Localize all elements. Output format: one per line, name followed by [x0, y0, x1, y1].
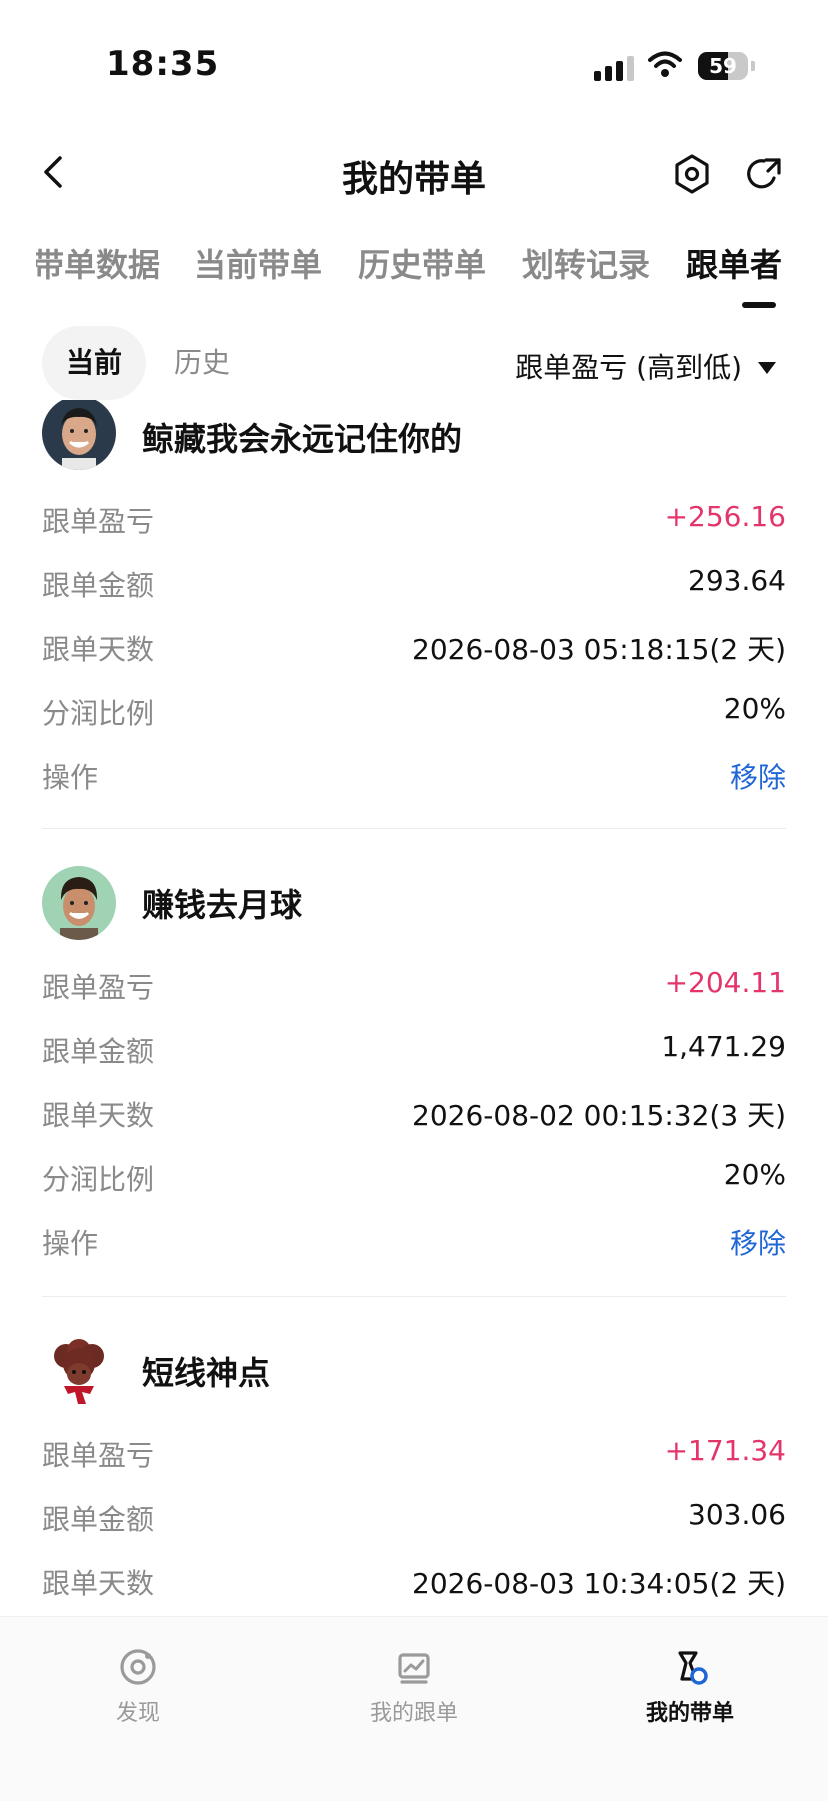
- pnl-value: +171.34: [664, 1434, 786, 1467]
- bottom-nav-label: 发现: [115, 1701, 160, 1726]
- card-divider: [42, 1296, 786, 1297]
- sort-label: 跟单盈亏 (高到低): [515, 351, 742, 384]
- share-row: 分润比例 20%: [42, 1142, 786, 1206]
- action-row: 操作 移除: [42, 740, 786, 804]
- avatar: [42, 866, 116, 940]
- settings-hex-icon[interactable]: [672, 152, 712, 196]
- tab-lead-data[interactable]: 带单数据: [36, 240, 160, 286]
- amount-label: 跟单金额: [42, 1503, 155, 1536]
- days-label: 跟单天数: [42, 1099, 155, 1132]
- bottom-nav-discover[interactable]: 发现: [58, 1647, 218, 1727]
- chart-icon: [398, 1653, 430, 1684]
- amount-row: 跟单金额 1,471.29: [42, 1014, 786, 1078]
- follower-header: 短线神点: [42, 1334, 786, 1410]
- status-bar: 18:35 59: [0, 0, 828, 120]
- active-tab-indicator: [742, 302, 776, 308]
- days-value: 2026-08-03 10:34:05(2 天): [412, 1567, 786, 1600]
- follower-card: 赚钱去月球 跟单盈亏 +204.11 跟单金额 1,471.29 跟单天数 20…: [42, 866, 786, 1270]
- filter-row: 当前 历史 跟单盈亏 (高到低): [0, 326, 828, 400]
- battery-icon: 59: [698, 52, 748, 80]
- follower-name: 短线神点: [142, 1354, 271, 1392]
- action-label: 操作: [42, 761, 99, 794]
- followers-list: 鲸藏我会永远记住你的 跟单盈亏 +256.16 跟单金额 293.64 跟单天数…: [0, 400, 828, 1610]
- tab-current-lead[interactable]: 当前带单: [194, 240, 322, 286]
- filter-current-chip[interactable]: 当前: [42, 326, 147, 400]
- lead-trade-icon: [678, 1651, 708, 1685]
- wifi-icon: [648, 51, 682, 77]
- pnl-value: +256.16: [664, 500, 786, 533]
- cellular-signal-icon: [594, 56, 634, 81]
- pnl-row: 跟单盈亏 +256.16: [42, 484, 786, 548]
- share-label: 分润比例: [42, 1163, 155, 1196]
- amount-value: 1,471.29: [661, 1030, 786, 1063]
- amount-row: 跟单金额 293.64: [42, 548, 786, 612]
- screen: 18:35 59 我的带单 带单数据 当前带单 历史带单 划转记录 跟单者 当前…: [0, 0, 828, 1801]
- follower-card: 鲸藏我会永远记住你的 跟单盈亏 +256.16 跟单金额 293.64 跟单天数…: [42, 400, 786, 804]
- share-value: 20%: [723, 1158, 786, 1191]
- bottom-nav-label: 我的跟单: [369, 1701, 458, 1726]
- follower-header: 鲸藏我会永远记住你的: [42, 400, 786, 476]
- tab-transfer-records[interactable]: 划转记录: [522, 240, 650, 286]
- action-label: 操作: [42, 1227, 99, 1260]
- days-row: 跟单天数 2026-08-03 10:34:05(2 天): [42, 1546, 786, 1610]
- battery-level: 59: [709, 54, 737, 78]
- follower-name: 鲸藏我会永远记住你的: [142, 420, 463, 458]
- bottom-nav-my-follow[interactable]: 我的跟单: [334, 1647, 494, 1727]
- amount-value: 303.06: [688, 1498, 786, 1531]
- status-time: 18:35: [106, 44, 220, 84]
- bottom-nav-label: 我的带单: [645, 1701, 734, 1726]
- share-label: 分润比例: [42, 697, 155, 730]
- bottom-nav-my-lead[interactable]: 我的带单: [610, 1647, 770, 1727]
- share-value: 20%: [723, 692, 786, 725]
- pnl-row: 跟单盈亏 +171.34: [42, 1418, 786, 1482]
- pnl-row: 跟单盈亏 +204.11: [42, 950, 786, 1014]
- avatar: [42, 400, 116, 470]
- bottom-nav: 发现 我的跟单 我的带单: [0, 1616, 828, 1801]
- follower-name: 赚钱去月球: [142, 886, 303, 924]
- follower-card: 短线神点 跟单盈亏 +171.34 跟单金额 303.06 跟单天数 2026-…: [42, 1334, 786, 1610]
- days-row: 跟单天数 2026-08-02 00:15:32(3 天): [42, 1078, 786, 1142]
- filter-history-chip[interactable]: 历史: [150, 326, 254, 400]
- days-label: 跟单天数: [42, 1567, 155, 1600]
- tab-history-lead[interactable]: 历史带单: [358, 240, 486, 286]
- amount-label: 跟单金额: [42, 1035, 155, 1068]
- caret-down-icon: [758, 362, 776, 374]
- remove-follower-button[interactable]: 移除: [730, 756, 786, 796]
- follower-header: 赚钱去月球: [42, 866, 786, 942]
- pnl-label: 跟单盈亏: [42, 505, 155, 538]
- pnl-value: +204.11: [664, 966, 786, 999]
- days-value: 2026-08-03 05:18:15(2 天): [412, 633, 786, 666]
- avatar: [42, 1334, 116, 1408]
- amount-label: 跟单金额: [42, 569, 155, 602]
- amount-value: 293.64: [688, 564, 786, 597]
- sort-dropdown[interactable]: 跟单盈亏 (高到低): [515, 346, 776, 386]
- card-divider: [42, 828, 786, 829]
- nav-bar: 我的带单: [0, 130, 828, 220]
- discover-icon: [120, 1649, 156, 1685]
- days-value: 2026-08-02 00:15:32(3 天): [412, 1099, 786, 1132]
- remove-follower-button[interactable]: 移除: [730, 1222, 786, 1262]
- battery-tip: [751, 61, 755, 71]
- amount-row: 跟单金额 303.06: [42, 1482, 786, 1546]
- pnl-label: 跟单盈亏: [42, 1439, 155, 1472]
- top-tabs: 带单数据 当前带单 历史带单 划转记录 跟单者: [0, 236, 828, 316]
- share-icon[interactable]: [744, 152, 784, 196]
- pnl-label: 跟单盈亏: [42, 971, 155, 1004]
- share-row: 分润比例 20%: [42, 676, 786, 740]
- action-row: 操作 移除: [42, 1206, 786, 1270]
- days-label: 跟单天数: [42, 633, 155, 666]
- tab-followers[interactable]: 跟单者: [686, 240, 782, 286]
- days-row: 跟单天数 2026-08-03 05:18:15(2 天): [42, 612, 786, 676]
